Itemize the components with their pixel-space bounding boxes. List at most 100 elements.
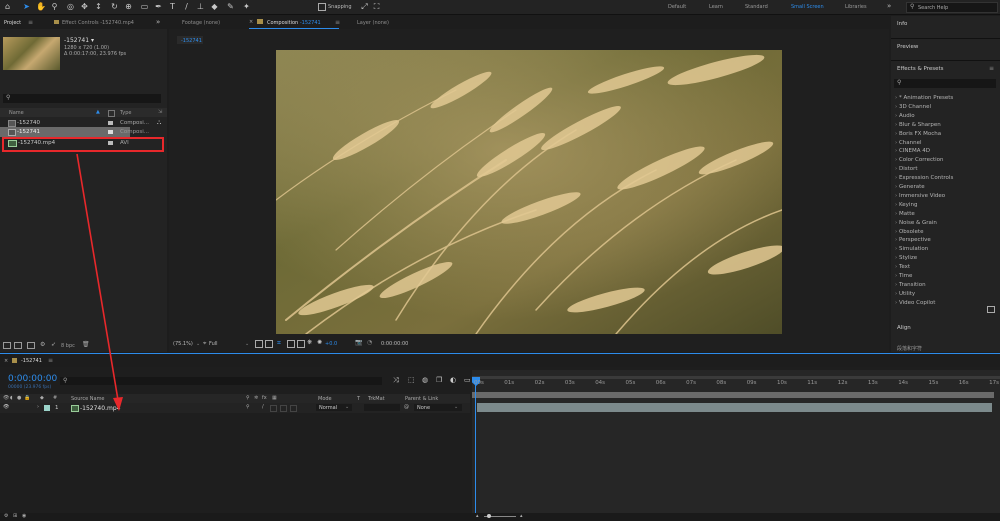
- expand-chevron-icon[interactable]: ›: [37, 404, 39, 410]
- lock-icon[interactable]: 🔒: [24, 395, 30, 401]
- workspace-standard[interactable]: Standard: [745, 4, 768, 10]
- bit-depth-label[interactable]: 8 bpc: [61, 343, 75, 349]
- effects-category-item[interactable]: › 3D Channel: [895, 104, 931, 110]
- preview-panel-title[interactable]: Preview: [897, 44, 918, 50]
- effects-category-item[interactable]: › Boris FX Mocha: [895, 131, 941, 137]
- project-settings-icon[interactable]: ⚙: [40, 341, 45, 348]
- toggle-modes-icon[interactable]: ⊞: [13, 513, 17, 519]
- pick-whip-icon[interactable]: @: [404, 404, 409, 410]
- eye-icon[interactable]: 👁: [3, 404, 9, 410]
- new-composition-icon[interactable]: [27, 342, 35, 349]
- selected-item-name[interactable]: -152741 ▾: [64, 37, 94, 44]
- tab-composition[interactable]: Composition -152741: [267, 20, 321, 26]
- list-item[interactable]: -152741 Composi...: [0, 127, 149, 137]
- fx-switch-icon[interactable]: fx: [262, 395, 267, 401]
- effects-search-field[interactable]: ⚲: [894, 79, 996, 88]
- collapse-switch-icon[interactable]: ✲: [254, 395, 258, 401]
- effects-category-item[interactable]: › Simulation: [895, 246, 928, 252]
- help-search-field[interactable]: ⚲ Search Help: [906, 2, 998, 13]
- effects-category-item[interactable]: › Channel: [895, 140, 922, 146]
- flowchart-icon[interactable]: ⛬: [157, 119, 161, 127]
- switch-box[interactable]: [280, 405, 287, 412]
- zoom-dropdown[interactable]: (75.1%): [173, 341, 193, 347]
- tab-project[interactable]: Project: [4, 20, 21, 26]
- project-search-field[interactable]: ⚲: [3, 94, 161, 103]
- panel-menu-icon[interactable]: ≡: [335, 19, 340, 26]
- rectangle-tool-icon[interactable]: ▭: [140, 2, 149, 11]
- new-folder-icon[interactable]: [14, 342, 22, 349]
- effects-category-item[interactable]: › Blur & Sharpen: [895, 122, 941, 128]
- motion-blur-icon[interactable]: ◐: [450, 376, 456, 384]
- toggle-timing-icon[interactable]: ◉: [22, 513, 26, 519]
- parent-dropdown[interactable]: None ⌄: [414, 404, 462, 411]
- resolution-dropdown[interactable]: Full: [209, 341, 218, 347]
- comp-name-chip[interactable]: -152741: [177, 36, 203, 44]
- effects-category-item[interactable]: › Transition: [895, 282, 926, 288]
- puppet-pin-icon[interactable]: ✦: [242, 2, 251, 11]
- mask-visibility-icon[interactable]: ⌗: [277, 339, 281, 348]
- work-area-bar[interactable]: [472, 376, 1000, 379]
- brush-tool-icon[interactable]: /: [182, 2, 191, 11]
- column-name[interactable]: Name: [9, 110, 24, 116]
- column-type[interactable]: Type: [120, 110, 131, 116]
- close-icon[interactable]: ×: [4, 358, 8, 364]
- workspace-small-screen[interactable]: Small Screen: [791, 4, 824, 10]
- rotate-tool-icon[interactable]: ↻: [110, 2, 119, 11]
- effects-category-item[interactable]: › Stylize: [895, 255, 917, 261]
- effects-category-item[interactable]: › Distort: [895, 166, 918, 172]
- pan-behind-icon[interactable]: ⊕: [124, 2, 133, 11]
- views-layout-icon[interactable]: [297, 340, 305, 348]
- shy-layers-icon[interactable]: ◍: [422, 376, 428, 384]
- 3d-view-icon[interactable]: [287, 340, 295, 348]
- effects-category-item[interactable]: › Audio: [895, 113, 915, 119]
- composition-frame[interactable]: [276, 50, 782, 334]
- effects-category-item[interactable]: › Obsolete: [895, 229, 923, 235]
- info-panel-title[interactable]: Info: [897, 21, 907, 27]
- zoom-tool-icon[interactable]: ⚲: [50, 2, 59, 11]
- tab-footage[interactable]: Footage (none): [182, 20, 220, 26]
- frame-blending-icon[interactable]: ❐: [436, 376, 442, 384]
- interpret-footage-icon[interactable]: [3, 342, 11, 349]
- orbit-camera-icon[interactable]: ◎: [66, 2, 75, 11]
- draft-3d-icon[interactable]: ⬚: [408, 376, 415, 384]
- switch-box[interactable]: [270, 405, 277, 412]
- dolly-camera-icon[interactable]: ↕: [94, 2, 103, 11]
- workspace-libraries[interactable]: Libraries: [845, 4, 867, 10]
- workspace-learn[interactable]: Learn: [709, 4, 723, 10]
- clone-stamp-icon[interactable]: ⊥: [196, 2, 205, 11]
- timeline-comp-tab[interactable]: -152741: [21, 358, 42, 364]
- trash-icon[interactable]: 🗑: [82, 341, 90, 348]
- label-icon[interactable]: ◆: [40, 395, 44, 401]
- timeline-timecode[interactable]: 0:00:00:00: [8, 374, 57, 384]
- region-of-interest-icon[interactable]: [255, 340, 263, 348]
- zoom-in-icon[interactable]: ▴: [520, 513, 523, 519]
- shy-switch-icon[interactable]: ⚲: [246, 395, 250, 401]
- effects-category-item[interactable]: › * Animation Presets: [895, 95, 953, 101]
- selection-tool-icon[interactable]: ➤: [22, 2, 31, 11]
- current-time-indicator[interactable]: [475, 377, 476, 517]
- panel-menu-icon[interactable]: ≡: [48, 357, 53, 364]
- effects-category-item[interactable]: › Text: [895, 264, 910, 270]
- toggle-switches-icon[interactable]: ⚙: [4, 513, 8, 519]
- effects-category-item[interactable]: › Perspective: [895, 237, 931, 243]
- snap-grid-icon[interactable]: ⛶: [372, 2, 381, 11]
- type-tool-icon[interactable]: T: [168, 2, 177, 11]
- panel-more-icon[interactable]: »: [156, 18, 160, 26]
- effects-category-item[interactable]: › Time: [895, 273, 912, 279]
- composition-mini-flowchart-icon[interactable]: ⤨: [393, 376, 399, 385]
- sort-asc-icon[interactable]: ▲: [96, 109, 100, 115]
- column-parent[interactable]: Parent & Link: [405, 396, 438, 402]
- snap-icon[interactable]: ⤢: [360, 2, 369, 11]
- transparency-grid-icon[interactable]: [265, 340, 273, 348]
- hand-tool-icon[interactable]: ✋: [36, 2, 46, 11]
- effects-category-item[interactable]: › Expression Controls: [895, 175, 953, 181]
- zoom-out-icon[interactable]: ▴: [476, 513, 479, 519]
- effects-category-item[interactable]: › Utility: [895, 291, 915, 297]
- switch-box[interactable]: [290, 405, 297, 412]
- column-trkmat[interactable]: TrkMat: [368, 396, 385, 402]
- column-source-name[interactable]: Source Name: [71, 396, 105, 402]
- layer-label-color[interactable]: [44, 405, 50, 411]
- tab-layer[interactable]: Layer (none): [357, 20, 389, 26]
- column-t[interactable]: T: [357, 396, 360, 402]
- fit-icon[interactable]: ⌖: [203, 340, 206, 348]
